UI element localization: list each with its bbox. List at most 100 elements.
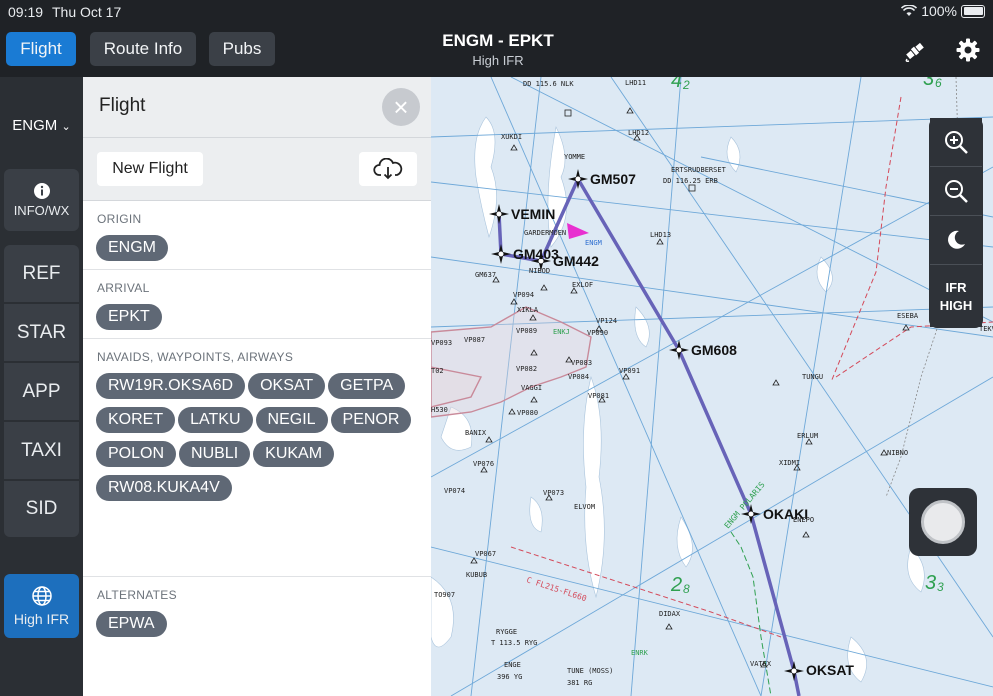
origin-section: ORIGIN ENGM (83, 201, 431, 270)
tab-pubs[interactable]: Pubs (209, 32, 275, 66)
map-label: GARDERMOEN (524, 229, 566, 237)
route-label: NAVAIDS, WAYPOINTS, AIRWAYS (97, 350, 294, 364)
route-chip[interactable]: POLON (96, 441, 177, 467)
map-canvas[interactable]: VEMIN GM403 GM442 GM507 GM608 OKAKI OKSA… (431, 77, 993, 696)
tab-route-info[interactable]: Route Info (90, 32, 196, 66)
waypoint-label[interactable]: GM507 (590, 171, 636, 187)
map-label: DD 115.6 NLK (523, 80, 574, 88)
waypoint-label[interactable]: OKSAT (806, 662, 854, 678)
record-button[interactable] (909, 488, 977, 556)
panel-header: Flight × (83, 77, 431, 138)
arrival-section: ARRIVAL EPKT (83, 270, 431, 339)
route-chip[interactable]: PENOR (330, 407, 412, 433)
map-label: YOMME (564, 153, 585, 161)
origin-label: ORIGIN (97, 212, 142, 226)
airport-code: ENGM (12, 117, 58, 134)
nav-sid[interactable]: SID (4, 481, 79, 537)
satellite-icon[interactable] (902, 38, 928, 64)
waypoint-label[interactable]: GM442 (553, 253, 599, 269)
airport-engm-symbol[interactable] (567, 223, 589, 239)
alternates-section: ALTERNATES EPWA (83, 577, 431, 696)
gear-icon[interactable] (955, 37, 981, 63)
zoom-out-icon (945, 180, 968, 203)
grid-number: 3 (923, 77, 934, 90)
map-label: XIDMI (779, 459, 800, 467)
map-label: T 113.5 RYG (491, 639, 537, 647)
arrival-label: ARRIVAL (97, 281, 150, 295)
info-wx-label: INFO/WX (13, 203, 70, 218)
zoom-out-button[interactable] (930, 167, 982, 216)
zoom-in-button[interactable] (930, 118, 982, 167)
nav-app[interactable]: APP (4, 363, 79, 420)
map-label: VP080 (517, 409, 538, 417)
globe-icon (31, 586, 52, 606)
map-controls: IFR HIGH (929, 118, 983, 328)
route-chip[interactable]: OKSAT (248, 373, 326, 399)
arrival-chip[interactable]: EPKT (96, 304, 162, 330)
panel-title: Flight (99, 95, 146, 116)
grid-number: 2 (682, 78, 690, 92)
status-right: 100% (901, 3, 985, 19)
route-chip[interactable]: KUKAM (253, 441, 335, 467)
info-wx-button[interactable]: INFO/WX (4, 169, 79, 231)
waypoint-label[interactable]: VEMIN (511, 206, 555, 222)
map-layer-line2: HIGH (939, 297, 973, 313)
map-label: DD 116.25 ERB (663, 177, 718, 185)
map-label: C FL215-FL660 (525, 575, 588, 603)
map-label: 381 RG (567, 679, 592, 687)
nav-star[interactable]: STAR (4, 304, 79, 361)
map-label: VATEX (750, 660, 772, 668)
map-label: VP094 (513, 291, 534, 299)
map-label: VP074 (444, 487, 465, 495)
route-subtitle: High IFR (472, 53, 524, 68)
waypoint-label[interactable]: GM608 (691, 342, 737, 358)
map-label: VP082 (516, 365, 537, 373)
map-label: VP076 (473, 460, 494, 468)
close-icon: × (393, 91, 409, 122)
cloud-download-button[interactable] (359, 152, 417, 186)
info-icon (33, 183, 50, 199)
map-label: GM637 (475, 271, 496, 279)
enroute-map[interactable]: VEMIN GM403 GM442 GM507 GM608 OKAKI OKSA… (431, 77, 993, 696)
top-toolbar: Flight Route Info Pubs ENGM - EPKT High … (0, 24, 993, 77)
map-label: ELVOM (574, 503, 595, 511)
map-label: ENRK (631, 649, 649, 657)
route-section: NAVAIDS, WAYPOINTS, AIRWAYS RW19R.OKSA6D… (83, 339, 431, 577)
map-label: KUBUB (466, 571, 487, 579)
map-label: ENKJ (553, 328, 570, 336)
route-chip[interactable]: RW19R.OKSA6D (96, 373, 246, 399)
map-label: DIDAX (659, 610, 681, 618)
grid-number: 4 (671, 77, 682, 92)
alternate-chip[interactable]: EPWA (96, 611, 167, 637)
left-nav: ENGM ⌄ INFO/WX REF STAR APP TAXI SID Hig… (0, 77, 83, 696)
route-chip[interactable]: LATKU (178, 407, 253, 433)
map-label: H530 (431, 406, 448, 414)
map-label: VAGGI (521, 384, 542, 392)
route-chip[interactable]: GETPA (328, 373, 406, 399)
map-label: EXLOF (572, 281, 593, 289)
route-chip[interactable]: NEGIL (255, 407, 328, 433)
map-label: ERTSRUDBERSET (671, 166, 727, 174)
night-mode-button[interactable] (930, 216, 982, 265)
zoom-in-icon (945, 131, 968, 154)
map-label: LHD12 (628, 129, 649, 137)
map-label: ERLUM (797, 432, 818, 440)
airport-selector[interactable]: ENGM ⌄ (0, 117, 83, 134)
map-label: NIBOD (529, 267, 550, 275)
route-chip[interactable]: NUBLI (179, 441, 251, 467)
alternates-label: ALTERNATES (97, 588, 177, 602)
layer-button[interactable]: High IFR (4, 574, 79, 638)
map-layer-button[interactable]: IFR HIGH (930, 265, 982, 327)
map-label: ENEPO (793, 516, 814, 524)
map-label: LHD11 (625, 79, 646, 87)
route-chip[interactable]: KORET (96, 407, 176, 433)
new-flight-button[interactable]: New Flight (97, 152, 203, 186)
nav-taxi[interactable]: TAXI (4, 422, 79, 479)
close-button[interactable]: × (382, 88, 420, 126)
origin-chip[interactable]: ENGM (96, 235, 168, 261)
tab-flight[interactable]: Flight (6, 32, 76, 66)
route-chip[interactable]: RW08.KUKA4V (96, 475, 232, 501)
nav-ref[interactable]: REF (4, 245, 79, 302)
grid-number: 3 (937, 580, 944, 594)
route-title: ENGM - EPKT (442, 31, 554, 50)
